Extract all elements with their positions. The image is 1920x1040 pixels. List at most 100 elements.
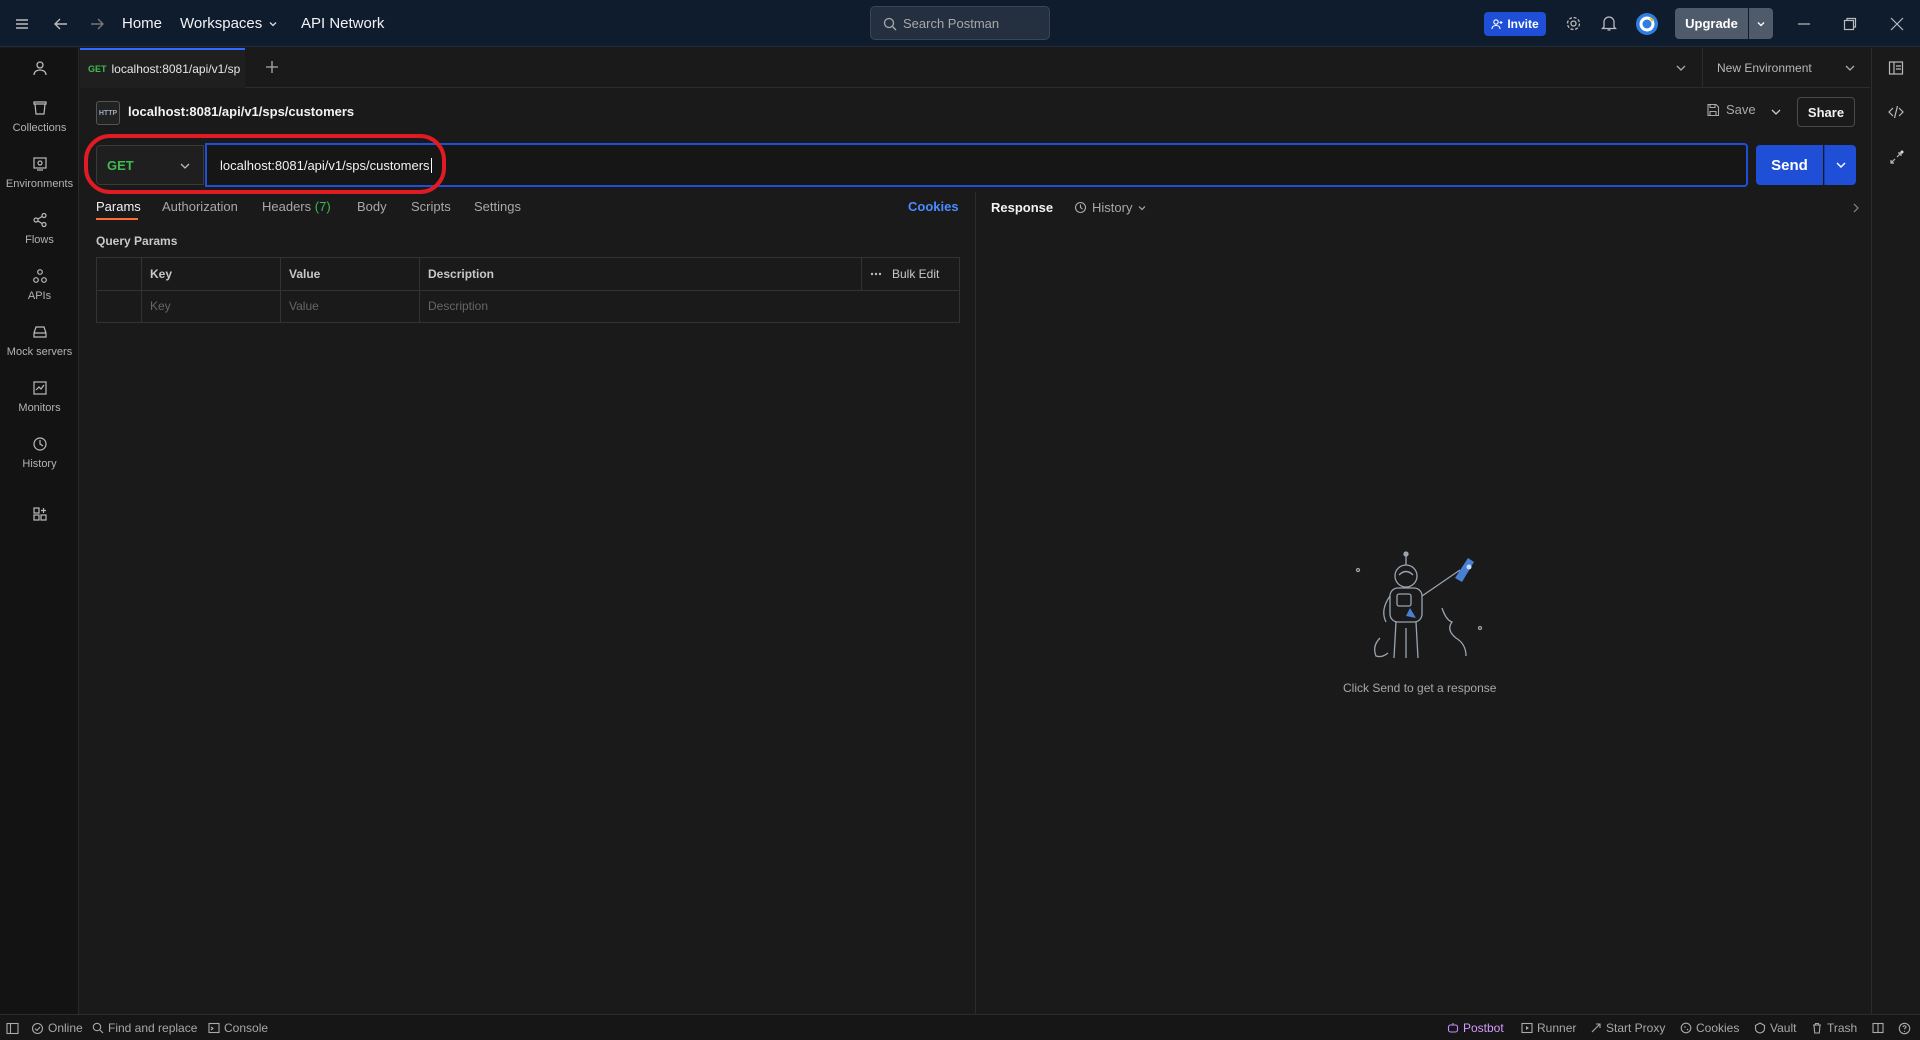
sidebar-item-environments[interactable]: Environments <box>0 156 79 190</box>
start-proxy-button[interactable]: Start Proxy <box>1590 1015 1665 1040</box>
online-status[interactable]: Online <box>31 1015 83 1040</box>
invite-label: Invite <box>1507 17 1539 31</box>
sidebar-item-apis[interactable]: APIs <box>0 268 79 302</box>
trash-button[interactable]: Trash <box>1811 1015 1857 1040</box>
runner-label: Runner <box>1537 1021 1577 1035</box>
chevron-down-icon <box>1845 65 1855 71</box>
help-icon[interactable] <box>1898 1015 1911 1040</box>
sidebar-item-flows[interactable]: Flows <box>0 212 79 246</box>
environment-selector[interactable]: New Environment <box>1703 48 1870 88</box>
restore-window-icon[interactable] <box>1843 0 1857 47</box>
sidebar-item-monitors[interactable]: Monitors <box>0 380 79 414</box>
collapse-pane-chevron-icon[interactable] <box>1851 202 1861 214</box>
check-circle-icon <box>31 1022 44 1034</box>
code-snippet-icon[interactable] <box>1888 104 1904 120</box>
save-dropdown-chevron-icon[interactable] <box>1770 106 1782 118</box>
sidebar-item-mock-servers[interactable]: Mock servers <box>0 324 79 358</box>
trash-icon <box>1813 1022 1821 1034</box>
avatar[interactable] <box>1635 0 1659 47</box>
history-label: History <box>1092 200 1133 215</box>
new-tab-plus-icon[interactable] <box>265 60 279 74</box>
back-arrow-icon[interactable] <box>52 0 70 47</box>
request-tab-bar <box>80 48 1870 88</box>
cookies-link[interactable]: Cookies <box>908 199 959 219</box>
send-button[interactable]: Send <box>1756 145 1823 185</box>
cookies-button[interactable]: Cookies <box>1680 1015 1739 1040</box>
configure-workbench-icon[interactable] <box>0 506 79 522</box>
query-params-title: Query Params <box>96 234 178 248</box>
workspaces-menu[interactable]: Workspaces <box>180 0 278 47</box>
account-icon[interactable] <box>0 60 79 76</box>
response-title: Response <box>991 200 1054 215</box>
flows-icon <box>32 212 47 228</box>
share-button[interactable]: Share <box>1797 97 1855 127</box>
mock-servers-icon <box>32 326 47 338</box>
tab-params[interactable]: Params <box>96 199 141 219</box>
request-info-icon[interactable] <box>1888 150 1904 166</box>
invite-button[interactable]: Invite <box>1484 12 1546 36</box>
runner-button[interactable]: Runner <box>1521 1015 1576 1040</box>
api-network-link[interactable]: API Network <box>301 0 384 47</box>
active-tab-underline <box>96 218 138 220</box>
bulk-edit-button[interactable]: Bulk Edit <box>861 258 939 290</box>
tabs-dropdown-chevron-icon[interactable] <box>1675 62 1687 74</box>
tab-authorization[interactable]: Authorization <box>162 199 238 219</box>
sidebar-item-label: APIs <box>27 290 52 302</box>
search-postman-input[interactable]: Search Postman <box>870 6 1050 40</box>
http-request-icon: HTTP <box>96 101 120 125</box>
response-history-dropdown[interactable]: History <box>1074 200 1147 215</box>
postbot-button[interactable]: Postbot <box>1447 1015 1504 1040</box>
request-name[interactable]: localhost:8081/api/v1/sps/customers <box>128 104 354 119</box>
tab-request[interactable]: GET localhost:8081/api/v1/sp <box>80 48 245 88</box>
history-icon <box>32 437 47 451</box>
tab-body[interactable]: Body <box>357 199 387 219</box>
more-options-icon <box>870 272 882 276</box>
search-icon <box>92 1022 104 1034</box>
save-button[interactable]: Save <box>1706 102 1756 117</box>
console-button[interactable]: Console <box>208 1015 268 1040</box>
forward-arrow-icon[interactable] <box>88 0 106 47</box>
save-icon <box>1707 103 1720 116</box>
console-icon <box>208 1022 220 1034</box>
headers-count: (7) <box>314 199 331 214</box>
toggle-sidebar-icon[interactable] <box>6 1015 19 1040</box>
description-input[interactable]: Description <box>419 290 959 322</box>
tab-headers-label: Headers <box>262 199 312 214</box>
close-window-icon[interactable] <box>1890 0 1904 47</box>
tab-settings[interactable]: Settings <box>474 199 521 219</box>
tab-scripts[interactable]: Scripts <box>411 199 451 219</box>
sidebar-item-history[interactable]: History <box>0 436 79 470</box>
chevron-down-icon <box>269 21 277 26</box>
notifications-bell-icon[interactable] <box>1601 0 1617 47</box>
postbot-label: Postbot <box>1463 1021 1504 1035</box>
find-and-replace-button[interactable]: Find and replace <box>92 1015 197 1040</box>
query-params-table: Key Value Description Bulk Edit Key Valu… <box>96 257 960 323</box>
add-user-icon <box>1491 19 1503 30</box>
trash-label: Trash <box>1827 1021 1858 1035</box>
sidebar-item-collections[interactable]: Collections <box>0 100 79 134</box>
upgrade-button[interactable]: Upgrade <box>1675 8 1748 39</box>
upgrade-dropdown-button[interactable] <box>1749 8 1773 39</box>
chevron-down-icon <box>1757 21 1765 26</box>
response-empty-text: Click Send to get a response <box>1343 681 1497 695</box>
value-input[interactable]: Value <box>280 290 419 322</box>
start-proxy-label: Start Proxy <box>1606 1021 1666 1035</box>
proxy-icon <box>1591 1023 1601 1033</box>
collections-icon <box>32 101 47 115</box>
pane-divider[interactable] <box>975 192 976 1014</box>
environment-quick-look-icon[interactable] <box>1888 60 1904 76</box>
tab-method: GET <box>88 64 107 74</box>
key-input[interactable]: Key <box>141 290 280 322</box>
save-label: Save <box>1726 102 1756 117</box>
two-pane-view-icon[interactable] <box>1872 1015 1884 1040</box>
send-dropdown-button[interactable] <box>1824 145 1856 185</box>
menu-icon[interactable] <box>14 0 30 47</box>
vault-icon <box>1754 1022 1766 1034</box>
minimize-window-icon[interactable] <box>1797 0 1811 47</box>
cookie-icon <box>1680 1022 1692 1034</box>
vault-button[interactable]: Vault <box>1754 1015 1796 1040</box>
tab-headers[interactable]: Headers (7) <box>262 199 331 219</box>
home-link[interactable]: Home <box>122 0 162 47</box>
history-icon <box>1074 201 1087 214</box>
settings-gear-icon[interactable] <box>1565 0 1582 47</box>
